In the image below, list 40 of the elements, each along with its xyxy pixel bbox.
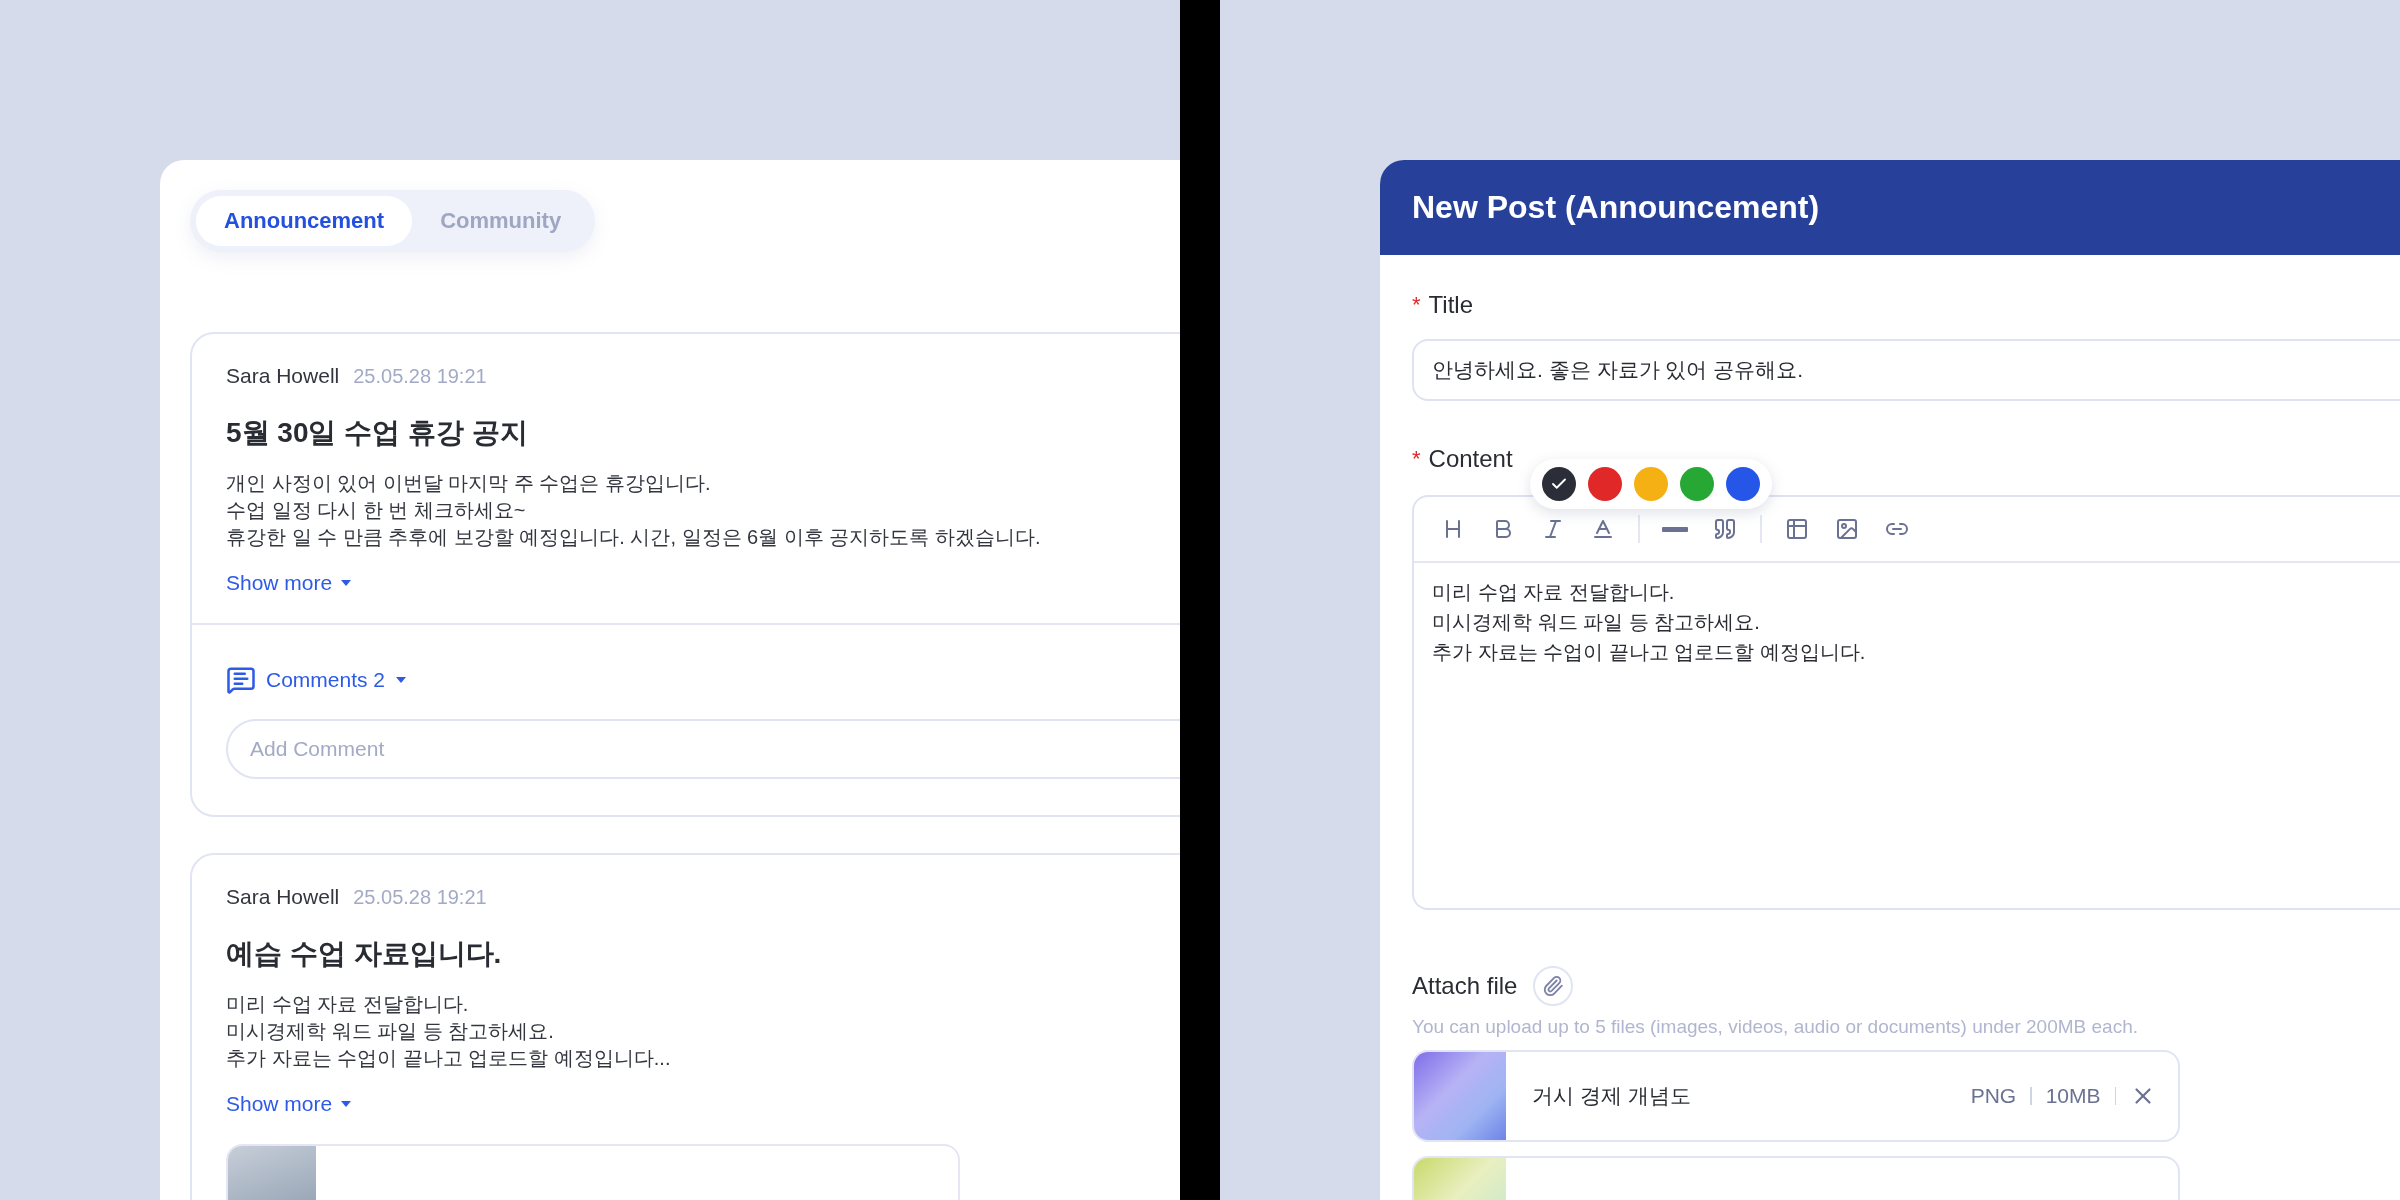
- post-author: Sara Howell: [226, 364, 340, 388]
- text-color-icon: [1591, 517, 1615, 541]
- caret-icon: [340, 579, 353, 587]
- post-body: 개인 사정이 있어 이번달 마지막 주 수업은 휴강입니다. 수업 일정 다시 한 번 체크하세요~ 휴강한 일 수 만큼 추후에 보강할 예정입니다. 시간, 일정은 6월 이후 공지하도록 하겠습니다.: [226, 471, 1042, 550]
- post-title: 예습 수업 자료입니다.: [226, 937, 503, 971]
- caret-icon: [340, 1100, 353, 1108]
- color-swatch[interactable]: [1680, 467, 1714, 501]
- tab[interactable]: Announcement: [196, 196, 413, 246]
- color-swatch[interactable]: [1588, 467, 1622, 501]
- image-icon: [1835, 517, 1859, 541]
- paperclip-icon: [1542, 975, 1565, 997]
- required-mark: *: [1412, 446, 1421, 472]
- title-input[interactable]: 안녕하세요. 좋은 자료가 있어 공유해요.: [1412, 339, 2400, 401]
- attach-button[interactable]: [1533, 966, 1574, 1006]
- field-label: Content: [1428, 445, 1513, 473]
- field-label: Title: [1428, 291, 1473, 319]
- table-icon: [1785, 517, 1809, 541]
- quote-icon: [1713, 517, 1737, 541]
- required-mark: *: [1412, 292, 1421, 318]
- caret-icon: [395, 676, 408, 684]
- file-type: PNG: [1970, 1084, 2017, 1108]
- show-more-link[interactable]: Show more: [226, 571, 353, 595]
- file-name: 거시 경제 개념도: [1532, 1083, 1692, 1109]
- color-swatch[interactable]: [1726, 467, 1760, 501]
- file-size: 10MB: [2045, 1084, 2101, 1108]
- post-body: 미리 수업 자료 전달합니다. 미시경제학 워드 파일 등 참고하세요. 추가 자료는 수업이 끝나고 업로드할 예정입니다...: [226, 992, 672, 1071]
- editor-text: 미리 수업 자료 전달합니다. 미시경제학 워드 파일 등 참고하세요. 추가 자료는 수업이 끝나고 업로드할 예정입니다.: [1431, 580, 1867, 665]
- color-swatch[interactable]: [1542, 467, 1576, 501]
- panel-header: New Post (Announcement): [1380, 160, 2400, 255]
- field-label: Attach file: [1412, 972, 1518, 1000]
- color-swatch[interactable]: [1634, 467, 1668, 501]
- comment-icon: [226, 665, 256, 695]
- show-more-link[interactable]: Show more: [226, 1092, 353, 1116]
- post-time: 25.05.28 19:21: [353, 886, 487, 909]
- comments-toggle[interactable]: Comments 2: [226, 665, 408, 695]
- post-title: 5월 30일 수업 휴강 공지: [226, 416, 529, 450]
- comment-input[interactable]: Add Comment: [226, 719, 1180, 779]
- attach-hint: You can upload up to 5 files (images, videos, audio or documents) under 200MB each.: [1412, 1016, 2139, 1038]
- post-time: 25.05.28 19:21: [353, 365, 487, 388]
- post-author: Sara Howell: [226, 885, 340, 909]
